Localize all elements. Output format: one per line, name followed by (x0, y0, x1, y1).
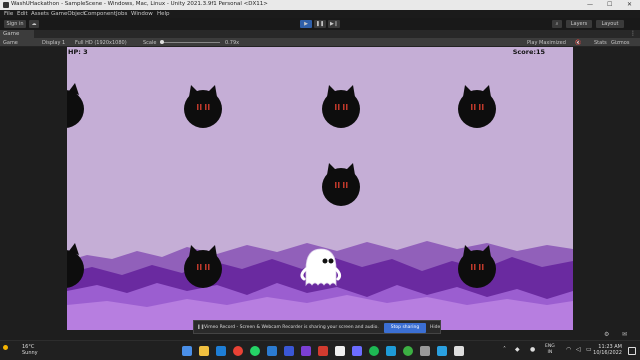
sharing-message: Vimeo Record - Screen & Webcam Recorder … (204, 324, 379, 330)
onenote-icon[interactable] (301, 346, 311, 356)
windows-taskbar: 16°C Sunny ˄ ◆ ● ENG IN ◠ ◁ ▭ 11:23 AM 1… (0, 340, 640, 360)
notification-icon[interactable]: ✉ (622, 331, 627, 338)
scale-slider-handle[interactable] (160, 40, 164, 44)
sign-in-button[interactable]: Sign in (4, 20, 26, 28)
enemy-cat (458, 85, 496, 128)
weather-widget[interactable]: 16°C Sunny (22, 344, 38, 356)
cloud-icon[interactable]: ☁ (29, 20, 39, 28)
maximize-button[interactable]: ☐ (607, 1, 612, 8)
tray-icon-1[interactable]: ◆ (515, 346, 520, 353)
tab-game[interactable]: Game (0, 30, 34, 38)
stats-button[interactable]: Stats (594, 40, 607, 46)
app-icon-4[interactable] (420, 346, 430, 356)
minimize-button[interactable]: — (587, 1, 593, 8)
screen-sharing-notification: ❚❚ Vimeo Record - Screen & Webcam Record… (193, 320, 441, 334)
game-scene (67, 83, 573, 330)
battery-icon[interactable]: ▭ (586, 346, 592, 353)
score-counter: Score:15 (512, 48, 545, 56)
enemy-cat (184, 85, 222, 128)
windows-start-icon[interactable] (182, 346, 192, 356)
scale-value: 0.79x (225, 39, 240, 46)
layers-dropdown[interactable]: Layers (566, 20, 592, 28)
app-icon-2[interactable] (352, 346, 362, 356)
vscode-icon[interactable] (267, 346, 277, 356)
region-code: IN (547, 350, 553, 355)
audio-mute-icon[interactable]: 🔇 (575, 40, 581, 46)
enemy-cat (322, 163, 360, 206)
enemy-cat (67, 83, 84, 128)
app-icon-3[interactable] (403, 346, 413, 356)
spotify-icon[interactable] (369, 346, 379, 356)
tab-game-label: Game (3, 31, 20, 37)
menu-gameobject[interactable]: GameObject (51, 11, 85, 17)
game-tab-bar: Game ⋮ (0, 30, 640, 38)
tab-menu-icon[interactable]: ⋮ (630, 30, 636, 37)
play-button[interactable]: ▶ (300, 20, 312, 28)
enemy-cat (322, 85, 360, 128)
main-toolbar: Sign in ☁ ▶ ❚❚ ▶❙ ⌕ Layers Layout (0, 18, 640, 30)
menu-window[interactable]: Window (131, 11, 153, 17)
display-dropdown[interactable]: Display 1 (42, 40, 65, 46)
office-icon[interactable] (318, 346, 328, 356)
resolution-dropdown[interactable]: Full HD (1920x1080) (75, 40, 127, 46)
window-titlebar: WashUHackathon - SampleScene - Windows, … (0, 0, 640, 10)
menu-bar: File Edit Assets GameObject Component Jo… (0, 10, 640, 18)
menu-edit[interactable]: Edit (17, 11, 28, 17)
wifi-icon[interactable]: ◠ (566, 346, 571, 353)
unity-app-icon (3, 2, 9, 8)
game-view: HP: 3 Score:15 (0, 47, 640, 330)
scale-slider[interactable] (160, 42, 220, 43)
step-button[interactable]: ▶❙ (328, 20, 340, 28)
game-view-controls: Game Display 1 Full HD (1920x1080) Scale… (0, 38, 640, 47)
game-canvas[interactable]: HP: 3 Score:15 (67, 47, 573, 330)
chevron-up-icon[interactable]: ˄ (503, 346, 506, 353)
gizmos-button[interactable]: Gizmos (611, 40, 629, 46)
layout-dropdown[interactable]: Layout (596, 20, 624, 28)
clock-date: 10/16/2022 (593, 350, 622, 356)
volume-icon[interactable]: ◁ (576, 346, 581, 353)
play-mode-dropdown[interactable]: Play Maximized (527, 40, 566, 46)
tray-icon-2[interactable]: ● (530, 346, 535, 353)
app-icon-5[interactable] (437, 346, 447, 356)
window-title: WashUHackathon - SampleScene - Windows, … (11, 1, 268, 7)
chrome-icon[interactable] (233, 346, 243, 356)
editor-status-icons: ⚙ ✉ (600, 330, 640, 340)
menu-assets[interactable]: Assets (31, 11, 49, 17)
pause-button[interactable]: ❚❚ (314, 20, 326, 28)
menu-jobs[interactable]: Jobs (116, 11, 127, 17)
close-button[interactable]: ✕ (627, 1, 632, 8)
search-icon[interactable]: ⌕ (552, 20, 562, 28)
file-explorer-icon[interactable] (199, 346, 209, 356)
weather-condition: Sunny (22, 350, 38, 356)
taskbar-clock[interactable]: 11:23 AM 10/16/2022 (593, 344, 622, 356)
sun-icon (3, 345, 8, 350)
unity-taskbar-icon[interactable] (454, 346, 464, 356)
teams-icon[interactable] (386, 346, 396, 356)
language-indicator[interactable]: ENG IN (545, 344, 555, 356)
scale-label: Scale (143, 39, 157, 46)
edge-icon[interactable] (216, 346, 226, 356)
collab-icon[interactable]: ⚙ (604, 331, 609, 338)
hide-button[interactable]: Hide (430, 325, 440, 330)
menu-component[interactable]: Component (84, 11, 116, 17)
whatsapp-icon[interactable] (250, 346, 260, 356)
notifications-icon[interactable] (628, 347, 636, 355)
app-icon[interactable] (284, 346, 294, 356)
view-mode-dropdown[interactable]: Game (3, 40, 18, 46)
menu-help[interactable]: Help (157, 11, 170, 17)
hp-counter: HP: 3 (68, 48, 88, 56)
menu-file[interactable]: File (4, 11, 13, 17)
stop-sharing-button[interactable]: Stop sharing (384, 323, 426, 333)
notion-icon[interactable] (335, 346, 345, 356)
